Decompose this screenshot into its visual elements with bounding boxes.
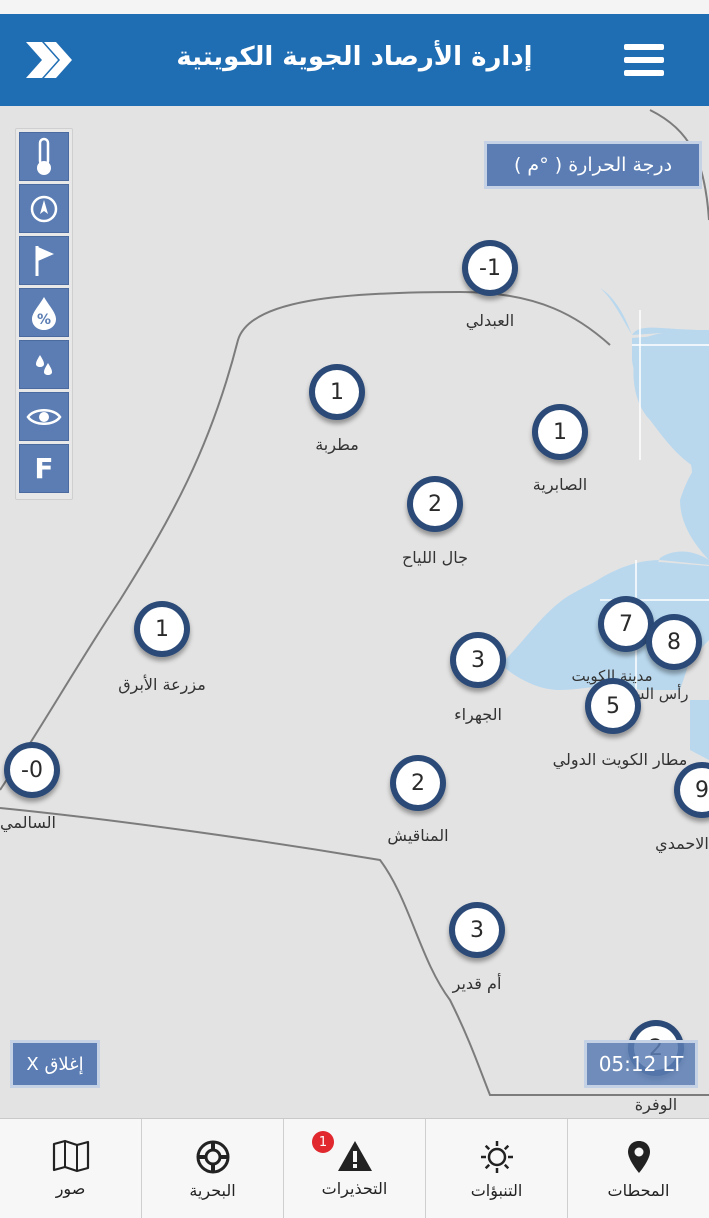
tab-stations[interactable]: المحطات	[568, 1119, 709, 1218]
page-title: إدارة الأرصاد الجوية الكويتية	[176, 42, 533, 72]
station-label: الصابرية	[532, 475, 588, 494]
toolbar-temperature-button[interactable]	[19, 132, 69, 181]
flag-icon	[35, 245, 54, 276]
humidity-icon: %	[32, 296, 56, 330]
station-marker[interactable]: 5	[585, 678, 641, 734]
station-label: الوفرة	[634, 1095, 678, 1114]
station-label: مطار الكويت الدولي	[552, 750, 688, 769]
station-label: السالمي	[0, 813, 56, 832]
rain-drops-icon	[36, 354, 52, 375]
compass-icon	[30, 195, 58, 222]
station-label: الجهراء	[454, 705, 502, 724]
station-label: جال اللياح	[401, 548, 469, 567]
app-header: إدارة الأرصاد الجوية الكويتية	[0, 14, 709, 106]
time-button[interactable]: 05:12 LT	[584, 1040, 698, 1088]
thermometer-icon	[37, 137, 51, 175]
tab-label: البحرية	[189, 1181, 236, 1200]
map-icon	[52, 1139, 89, 1173]
station-marker[interactable]: 2	[390, 755, 446, 811]
lifebuoy-icon	[196, 1140, 229, 1174]
station-label: مزرعة الأبرق	[118, 675, 206, 694]
station-marker[interactable]: 1	[309, 364, 365, 420]
station-marker[interactable]: 3	[450, 632, 506, 688]
station-marker[interactable]: 1	[532, 404, 588, 460]
warnings-badge: 1	[312, 1131, 334, 1153]
eye-icon	[26, 408, 62, 425]
menu-button[interactable]	[622, 40, 666, 80]
tab-label: المحطات	[607, 1181, 670, 1200]
tab-label: التحذيرات	[321, 1179, 388, 1198]
toolbar-visibility-button[interactable]	[19, 392, 69, 441]
toolbar-fahrenheit-button[interactable]: F	[19, 444, 69, 493]
station-marker[interactable]: 3	[449, 902, 505, 958]
temperature-legend: درجة الحرارة ( °م )	[484, 141, 702, 189]
status-strip	[0, 0, 709, 14]
station-marker[interactable]: 2	[407, 476, 463, 532]
fahrenheit-icon: F	[34, 452, 54, 485]
station-label: الاحمدي	[655, 834, 709, 853]
station-label: المناقيش	[387, 826, 449, 845]
tab-label: التنبؤات	[470, 1181, 523, 1200]
station-label: مطربة	[315, 435, 359, 454]
tab-forecasts[interactable]: التنبؤات	[426, 1119, 568, 1218]
bottom-tab-bar: صور البحرية 1 التحذيرات التنبؤات المحطات	[0, 1118, 709, 1218]
station-marker[interactable]: 1	[134, 601, 190, 657]
tab-images[interactable]: صور	[0, 1119, 142, 1218]
close-button[interactable]: X إغلاق	[10, 1040, 100, 1088]
tab-warnings[interactable]: 1 التحذيرات	[284, 1119, 426, 1218]
toolbar-rain-button[interactable]	[19, 340, 69, 389]
station-label: العبدلي	[465, 311, 515, 330]
toolbar-wind-direction-button[interactable]	[19, 184, 69, 233]
toolbar-wind-speed-button[interactable]	[19, 236, 69, 285]
tab-label: صور	[55, 1179, 86, 1198]
station-marker[interactable]: -1	[462, 240, 518, 296]
hamburger-menu-icon	[624, 44, 664, 76]
station-label: أم قدير	[452, 974, 502, 993]
svg-text:%: %	[37, 312, 51, 328]
tab-marine[interactable]: البحرية	[142, 1119, 284, 1218]
country-border	[0, 290, 611, 791]
location-pin-icon	[627, 1141, 650, 1173]
sun-icon	[480, 1141, 513, 1173]
toolbar-humidity-button[interactable]: %	[19, 288, 69, 337]
warning-icon	[337, 1141, 372, 1171]
station-marker[interactable]: -0	[4, 742, 60, 798]
station-marker[interactable]: 8	[646, 614, 702, 670]
parameter-toolbar: % F	[15, 128, 73, 500]
